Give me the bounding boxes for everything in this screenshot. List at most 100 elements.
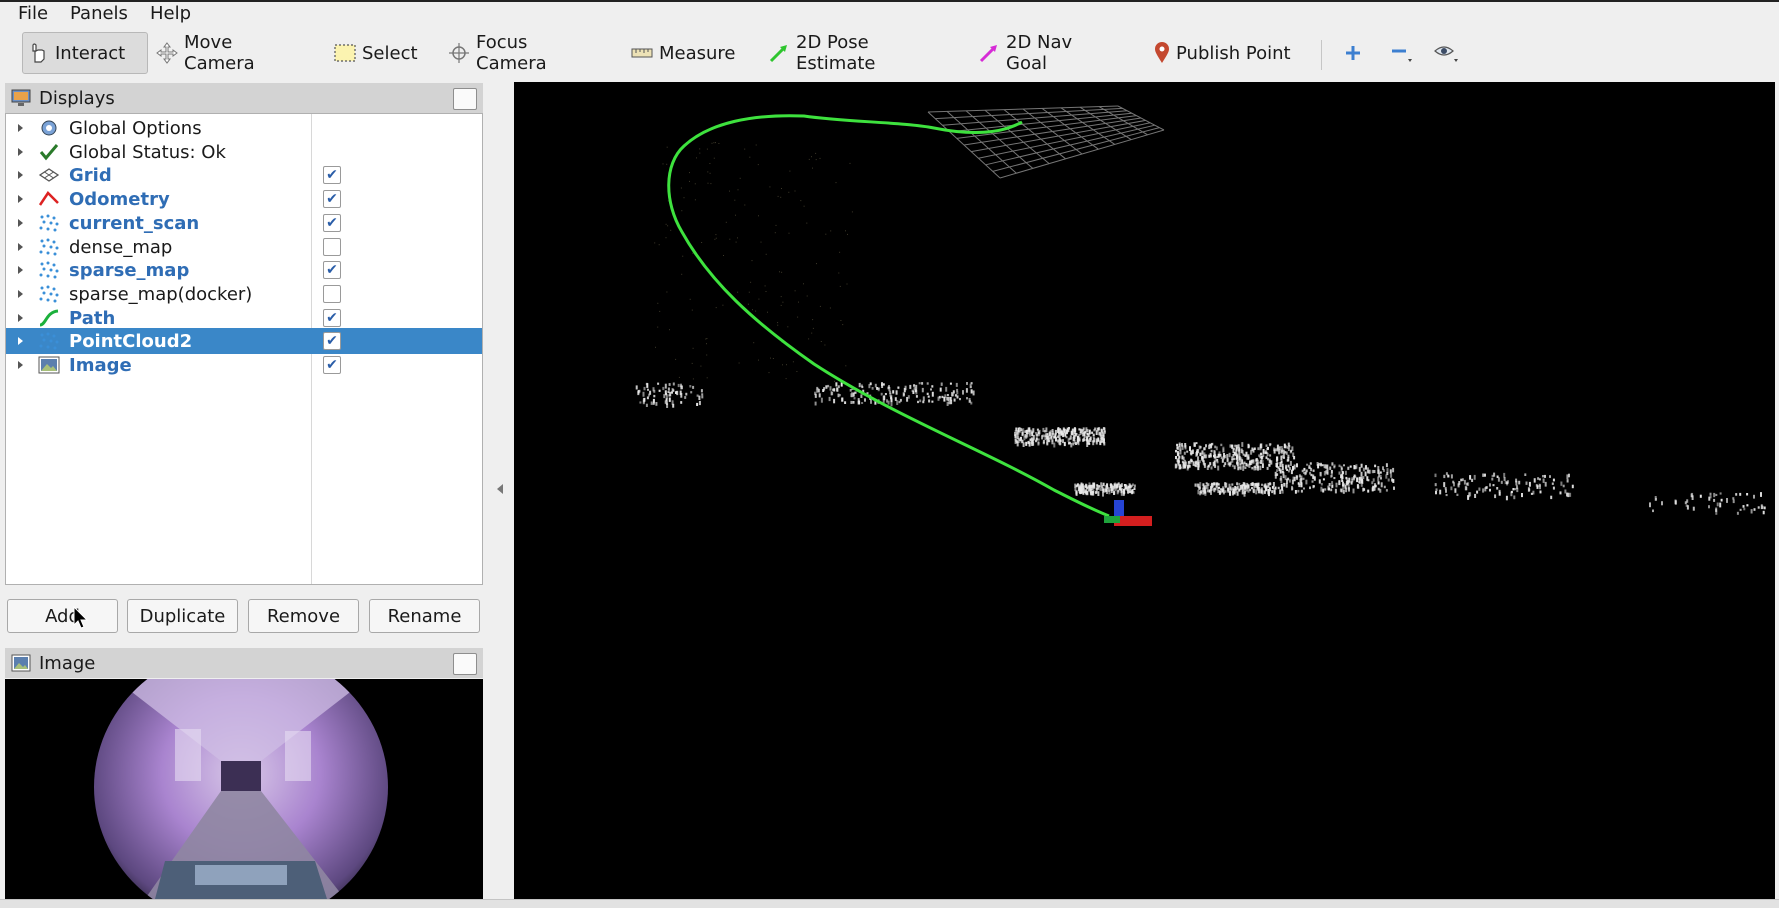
display-row-grid[interactable]: Grid ✔ bbox=[6, 162, 482, 188]
menu-help[interactable]: Help bbox=[150, 3, 191, 24]
monitor-icon bbox=[11, 89, 31, 106]
pointcloud-icon bbox=[38, 237, 60, 257]
checkmark-icon bbox=[38, 142, 60, 162]
image-icon bbox=[38, 355, 60, 375]
display-row-pointcloud2[interactable]: PointCloud2 ✔ bbox=[6, 328, 482, 355]
odometry-path-line bbox=[667, 114, 1110, 518]
pointcloud-icon bbox=[38, 213, 60, 233]
display-enabled-checkbox[interactable]: ✔ bbox=[323, 356, 341, 374]
display-row-image[interactable]: Image ✔ bbox=[6, 352, 482, 378]
display-label: Image bbox=[69, 355, 132, 376]
pointcloud-icon bbox=[38, 284, 60, 304]
duplicate-display-button[interactable]: Duplicate bbox=[127, 599, 238, 633]
expand-arrow-icon[interactable] bbox=[18, 313, 23, 322]
display-enabled-checkbox[interactable]: ✔ bbox=[323, 213, 341, 232]
display-enabled-checkbox[interactable]: ✔ bbox=[323, 332, 341, 351]
magenta-arrow-icon bbox=[979, 45, 997, 63]
panel-splitter-handle[interactable] bbox=[497, 484, 503, 494]
measure-label: Measure bbox=[659, 42, 736, 64]
gear-icon bbox=[38, 118, 60, 138]
expand-arrow-icon[interactable] bbox=[18, 361, 23, 369]
move-camera-tool-button[interactable]: Move Camera bbox=[150, 32, 302, 74]
pointcloud-icon bbox=[38, 331, 60, 351]
displays-panel-title: Displays bbox=[39, 87, 115, 109]
display-row-sparse-map[interactable]: sparse_map ✔ bbox=[6, 257, 482, 283]
image-panel-title: Image bbox=[39, 652, 96, 674]
rename-display-button[interactable]: Rename bbox=[369, 599, 480, 633]
nav-goal-tool-button[interactable]: 2D Nav Goal bbox=[972, 32, 1120, 74]
display-row-global-status-ok[interactable]: Global Status: Ok bbox=[6, 139, 482, 165]
view-options-button[interactable] bbox=[1428, 32, 1466, 74]
3d-render-viewport[interactable] bbox=[514, 82, 1775, 899]
remove-tool-button[interactable] bbox=[1384, 32, 1420, 74]
move-camera-icon bbox=[156, 42, 178, 64]
display-row-sparse-map-docker[interactable]: sparse_map(docker) bbox=[6, 281, 482, 307]
scene-render bbox=[635, 105, 1766, 526]
eye-icon bbox=[1434, 46, 1458, 62]
odometry-icon bbox=[38, 189, 60, 209]
display-enabled-checkbox[interactable] bbox=[323, 237, 341, 256]
measure-tool-button[interactable]: Measure bbox=[625, 32, 737, 74]
interact-label: Interact bbox=[55, 42, 126, 64]
robot-axes-marker bbox=[1104, 500, 1152, 526]
image-undock-button[interactable] bbox=[453, 653, 477, 675]
expand-arrow-icon[interactable] bbox=[18, 124, 23, 132]
pointcloud-icon bbox=[38, 260, 60, 280]
image-icon bbox=[11, 654, 31, 672]
display-row-current-scan[interactable]: current_scan ✔ bbox=[6, 210, 482, 236]
focus-camera-tool-button[interactable]: Focus Camera bbox=[442, 32, 602, 74]
expand-arrow-icon[interactable] bbox=[18, 171, 23, 180]
menu-bar: File Panels Help bbox=[0, 0, 1779, 28]
publish-point-label: Publish Point bbox=[1176, 42, 1291, 64]
grid-icon bbox=[38, 165, 60, 185]
displays-panel-title-bar: Displays bbox=[5, 83, 483, 113]
display-label: current_scan bbox=[69, 212, 200, 234]
menu-file[interactable]: File bbox=[18, 3, 48, 24]
menu-panels[interactable]: Panels bbox=[70, 3, 128, 24]
pose-estimate-label: 2D Pose Estimate bbox=[796, 32, 876, 74]
toolbar-separator bbox=[1321, 40, 1322, 70]
displays-tree: Global Options Global Status: Ok Grid ✔ Odom… bbox=[5, 113, 483, 585]
focus-camera-label: Focus Camera bbox=[476, 32, 547, 74]
focus-camera-icon bbox=[449, 43, 469, 63]
display-enabled-checkbox[interactable]: ✔ bbox=[323, 308, 341, 327]
display-label: Path bbox=[69, 307, 116, 329]
display-enabled-checkbox[interactable]: ✔ bbox=[323, 166, 341, 185]
select-label: Select bbox=[362, 42, 418, 64]
expand-arrow-icon[interactable] bbox=[18, 337, 23, 346]
camera-image-view bbox=[5, 679, 483, 899]
displays-undock-button[interactable] bbox=[453, 88, 477, 110]
expand-arrow-icon[interactable] bbox=[18, 242, 23, 251]
pose-estimate-tool-button[interactable]: 2D Pose Estimate bbox=[762, 32, 952, 74]
toolbar: Interact Move Camera Select Focus Camera… bbox=[0, 26, 1779, 81]
expand-arrow-icon[interactable] bbox=[18, 289, 23, 298]
remove-display-button[interactable]: Remove bbox=[248, 599, 359, 633]
display-label: Grid bbox=[69, 165, 112, 187]
display-label: PointCloud2 bbox=[69, 331, 193, 353]
display-label: dense_map bbox=[69, 236, 173, 258]
add-display-button[interactable]: Add bbox=[7, 599, 118, 633]
expand-arrow-icon[interactable] bbox=[18, 147, 23, 156]
display-label: sparse_map bbox=[69, 260, 190, 282]
publish-point-tool-button[interactable]: Publish Point bbox=[1148, 32, 1300, 74]
display-row-dense-map[interactable]: dense_map bbox=[6, 234, 482, 260]
interact-tool-button[interactable]: Interact bbox=[22, 32, 148, 74]
select-rectangle-icon bbox=[334, 44, 356, 62]
nav-goal-label: 2D Nav Goal bbox=[1006, 32, 1073, 74]
display-label: sparse_map(docker) bbox=[69, 283, 253, 305]
display-enabled-checkbox[interactable] bbox=[323, 284, 341, 303]
add-tool-button[interactable] bbox=[1338, 32, 1372, 74]
green-arrow-icon bbox=[769, 45, 787, 63]
expand-arrow-icon[interactable] bbox=[18, 218, 23, 227]
display-enabled-checkbox[interactable]: ✔ bbox=[323, 190, 341, 209]
plus-icon bbox=[1346, 46, 1360, 60]
display-row-odometry[interactable]: Odometry ✔ bbox=[6, 186, 482, 212]
select-tool-button[interactable]: Select bbox=[328, 32, 424, 74]
display-enabled-checkbox[interactable]: ✔ bbox=[323, 261, 341, 280]
display-row-global-options[interactable]: Global Options bbox=[6, 115, 482, 141]
expand-arrow-icon[interactable] bbox=[18, 195, 23, 204]
hand-pointer-icon bbox=[32, 43, 45, 63]
display-label: Global Options bbox=[69, 118, 202, 139]
expand-arrow-icon[interactable] bbox=[18, 266, 23, 275]
display-row-path[interactable]: Path ✔ bbox=[6, 305, 482, 331]
